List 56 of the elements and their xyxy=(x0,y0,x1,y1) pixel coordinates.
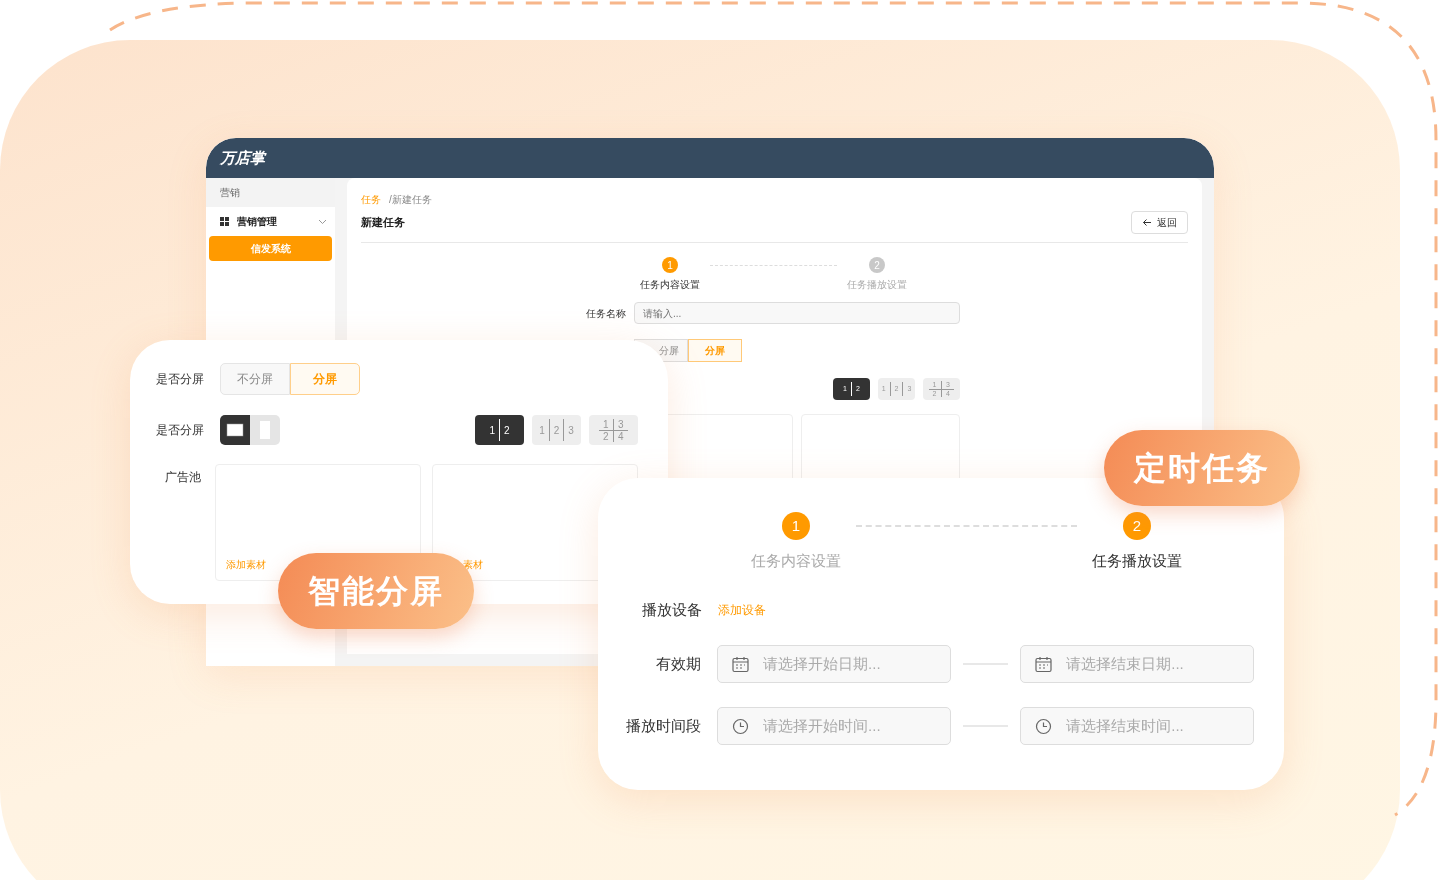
calendar-icon xyxy=(1035,655,1053,673)
calendar-icon xyxy=(732,655,750,673)
layout-number: 1 xyxy=(539,423,545,438)
layout-number: 2 xyxy=(504,423,510,438)
step-label: 任务播放设置 xyxy=(1092,551,1182,571)
landscape-screen-icon xyxy=(226,423,244,437)
sidebar-item[interactable]: 信发系统 xyxy=(209,236,332,261)
text-field[interactable]: 请输入... xyxy=(634,302,960,324)
field-label: 是否分屏 xyxy=(156,422,205,439)
segment-option[interactable]: 分屏 xyxy=(290,363,360,395)
back-button[interactable]: 返回 xyxy=(1131,211,1188,234)
layout-option[interactable]: 1 3 2 4 xyxy=(589,415,638,445)
add-material-link[interactable]: 素材 xyxy=(463,557,483,572)
layout-number: 1 xyxy=(489,423,495,438)
field-label: 任务名称 xyxy=(585,306,626,321)
step-label: 任务内容设置 xyxy=(751,551,841,571)
clock-icon xyxy=(1035,717,1053,735)
layout-number: 2 xyxy=(598,430,614,442)
add-device-link[interactable]: 添加设备 xyxy=(718,600,766,619)
layout-number: 4 xyxy=(617,430,625,442)
field-label: 有效期 xyxy=(655,653,702,674)
layout-option[interactable]: 1 2 xyxy=(475,415,524,445)
field-label: 是否分屏 xyxy=(156,371,205,388)
field-label: 广告池 xyxy=(164,469,202,486)
grid-icon xyxy=(220,217,229,226)
step-label: 任务内容设置 xyxy=(640,278,700,292)
orientation-option[interactable] xyxy=(220,415,250,445)
time-picker[interactable]: 请选择结束时间... xyxy=(1020,707,1254,745)
step-number: 2 xyxy=(1123,512,1151,540)
date-picker[interactable]: 请选择结束日期... xyxy=(1020,645,1254,683)
breadcrumb-current: /新建任务 xyxy=(389,193,432,207)
layout-number: 2 xyxy=(553,423,560,438)
sidebar-group[interactable]: 营销管理 xyxy=(206,207,335,236)
layout-option[interactable]: 1 2 3 xyxy=(532,415,581,445)
field-label: 播放设备 xyxy=(641,599,702,620)
logo: 万店掌 xyxy=(220,150,268,166)
layout-number: 3 xyxy=(568,423,574,438)
time-picker[interactable]: 请选择开始时间... xyxy=(717,707,951,745)
field-label: 播放时间段 xyxy=(625,715,702,736)
step-number: 1 xyxy=(782,512,810,540)
segment-option[interactable]: 分屏 xyxy=(688,339,742,362)
arrow-left-icon xyxy=(1142,218,1152,227)
breadcrumb-link[interactable]: 任务 xyxy=(361,192,381,207)
layout-number: 3 xyxy=(613,418,629,431)
step-label: 任务播放设置 xyxy=(847,278,907,292)
segment-option[interactable]: 不分屏 xyxy=(220,363,290,395)
step-number: 1 xyxy=(662,257,678,273)
date-picker[interactable]: 请选择开始日期... xyxy=(717,645,951,683)
sidebar-section: 营销 xyxy=(206,178,335,207)
page-title: 新建任务 xyxy=(361,215,405,231)
layout-number: 1 xyxy=(598,418,614,431)
clock-icon xyxy=(732,717,750,735)
add-material-link[interactable]: 添加素材 xyxy=(226,557,266,572)
sidebar-group-label: 营销管理 xyxy=(237,215,278,229)
portrait-screen-icon xyxy=(259,420,271,440)
feature-badge: 定时任务 xyxy=(1104,430,1300,506)
